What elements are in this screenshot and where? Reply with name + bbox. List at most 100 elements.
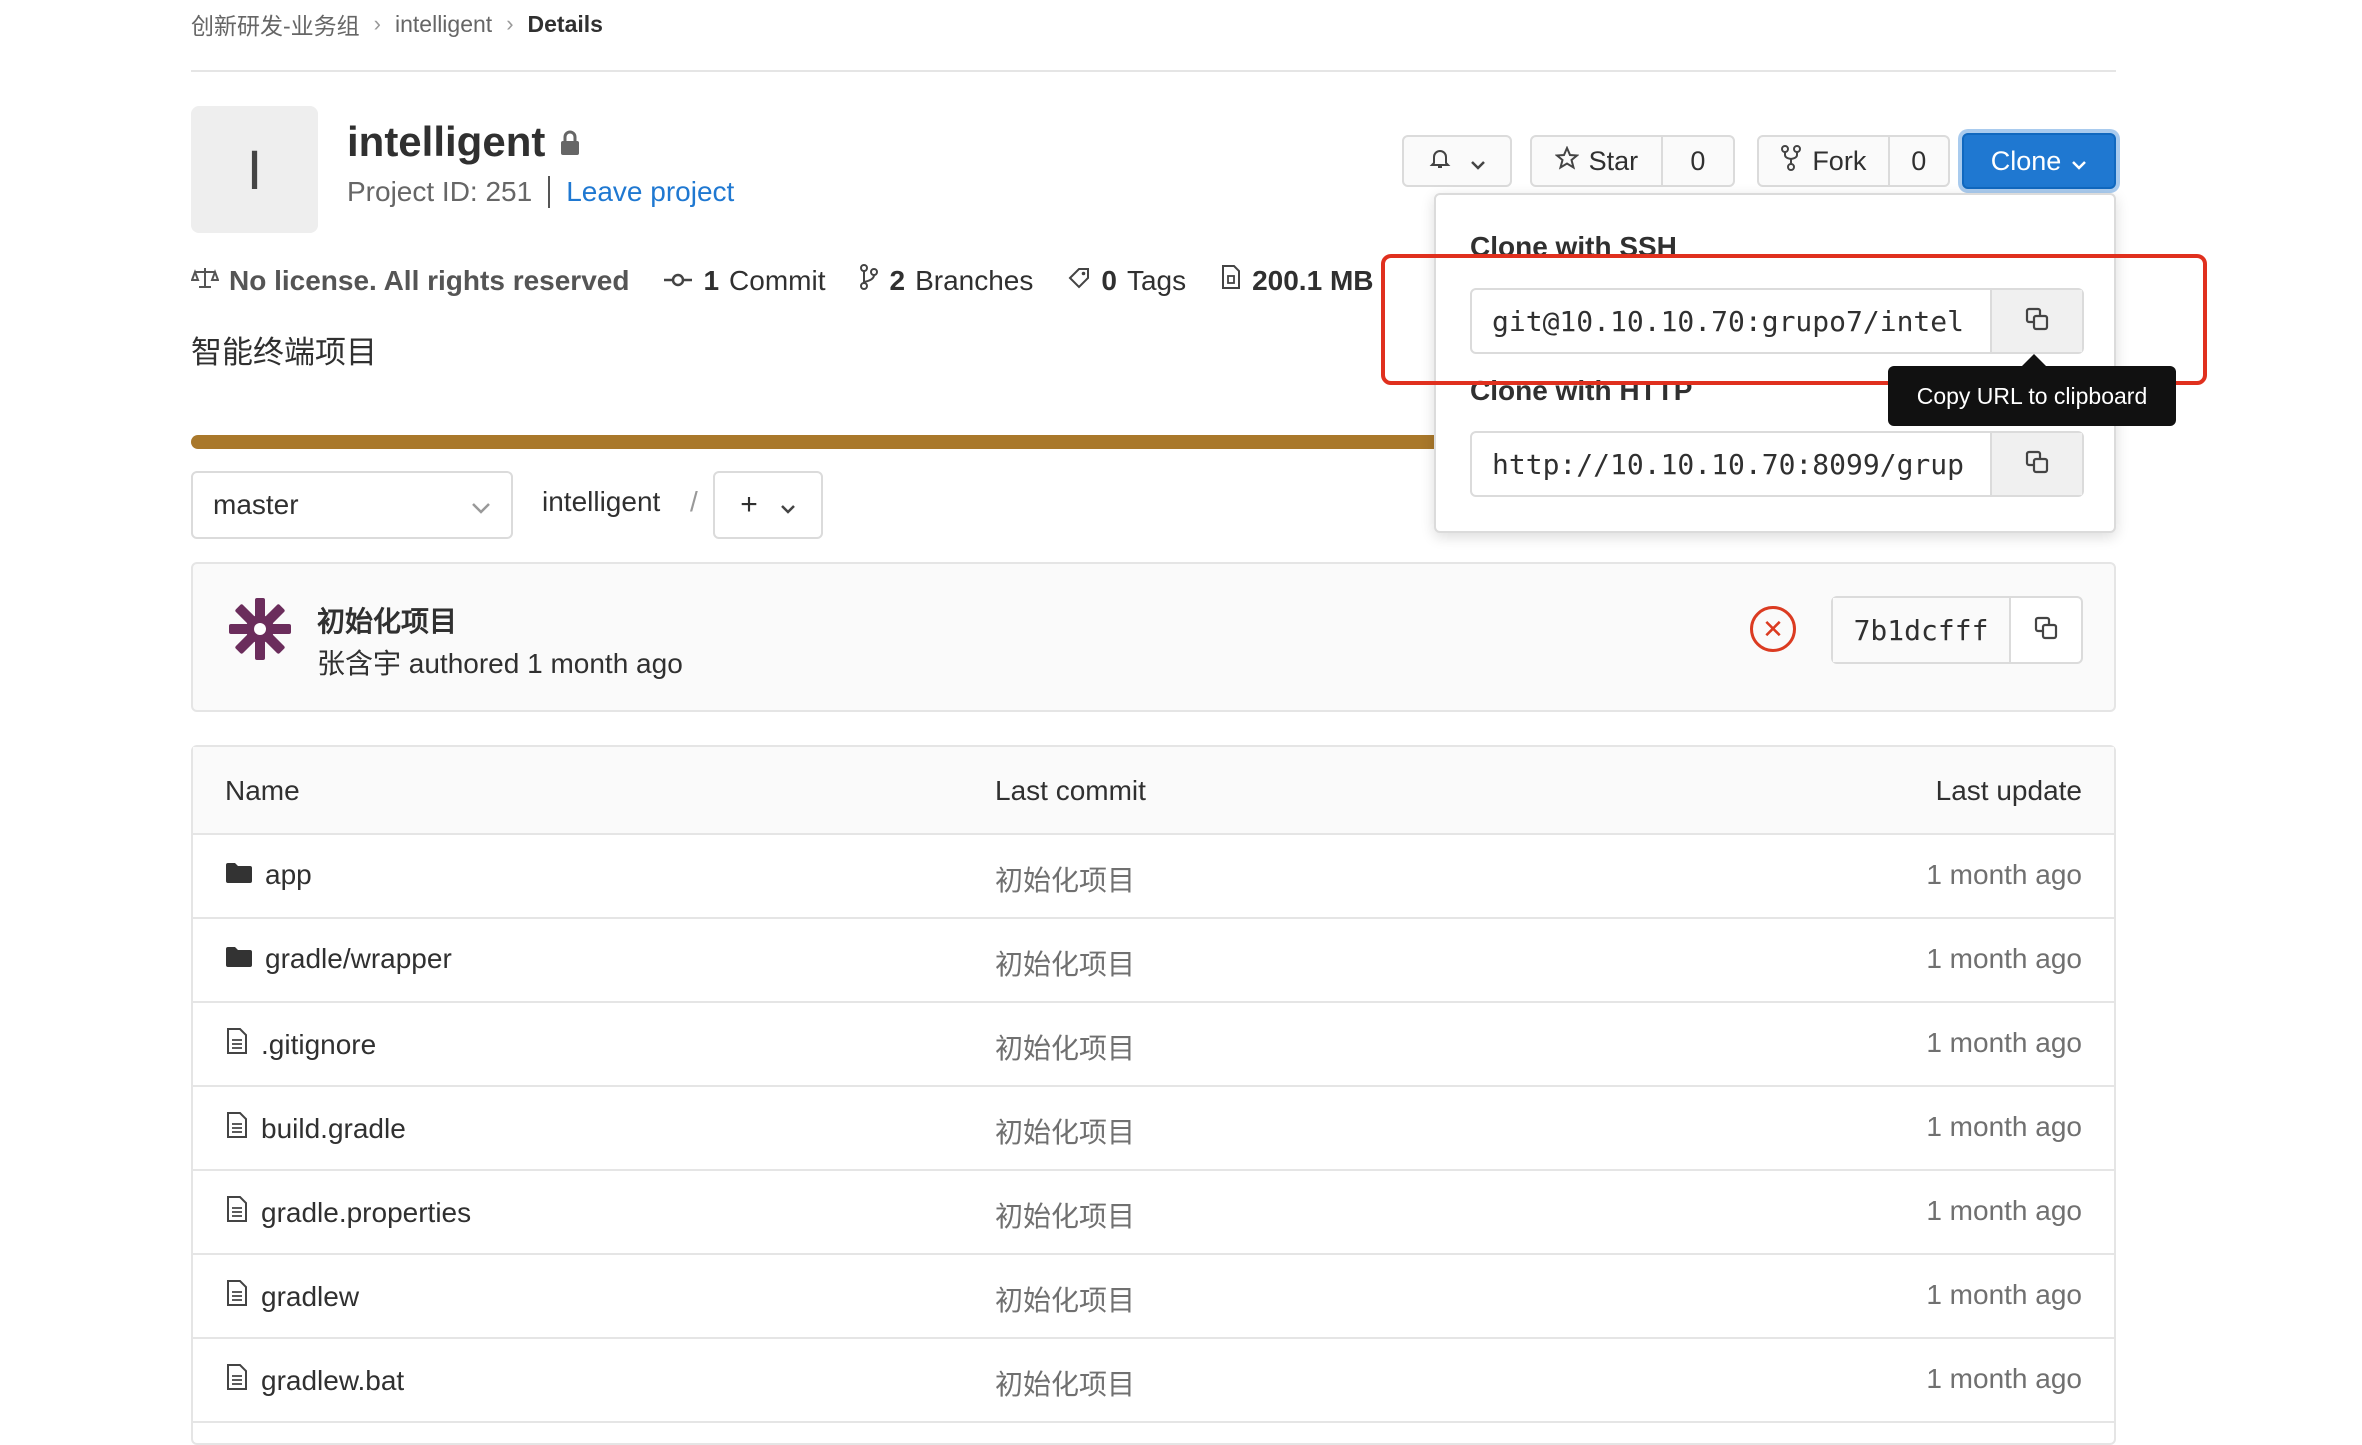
last-commit-message[interactable]: 初始化项目 (995, 1027, 1135, 1067)
last-update-time: 1 month ago (1926, 1363, 2082, 1394)
last-commit-message[interactable]: 初始化项目 (995, 1111, 1135, 1151)
repo-size: 200.1 MB (1252, 264, 1374, 296)
repository-language-bar (191, 435, 1441, 449)
table-row[interactable]: gradlew 初始化项目 1 month ago (193, 1255, 2114, 1339)
license-stat[interactable]: No license. All rights reserved (190, 264, 630, 297)
copy-http-url-button[interactable] (1992, 433, 2082, 495)
project-title: intelligent (347, 118, 581, 166)
table-row[interactable]: build.gradle 初始化项目 1 month ago (193, 1087, 2114, 1171)
tags-stat[interactable]: 0 Tags (1067, 265, 1186, 297)
branch-icon (859, 264, 879, 297)
table-row[interactable]: .gitignore 初始化项目 1 month ago (193, 1003, 2114, 1087)
project-meta: Project ID: 251 Leave project (347, 176, 734, 208)
last-commit-message[interactable]: 初始化项目 (995, 1195, 1135, 1235)
file-name[interactable]: gradle/wrapper (265, 943, 452, 975)
table-header: Name Last commit Last update (193, 747, 2114, 835)
http-url-group: http://10.10.10.70:8099/grup (1470, 431, 2084, 497)
fork-count[interactable]: 0 (1887, 137, 1948, 185)
table-row[interactable]: gradle/wrapper 初始化项目 1 month ago (193, 919, 2114, 1003)
commits-stat[interactable]: 1 Commit (663, 265, 825, 297)
star-label: Star (1588, 145, 1639, 176)
copy-tooltip: Copy URL to clipboard (1888, 366, 2176, 426)
copy-sha-button[interactable] (2011, 598, 2081, 662)
fork-button-group: Fork 0 (1757, 135, 1950, 187)
chevron-down-icon (2071, 146, 2087, 177)
commits-label: Commit (729, 264, 826, 296)
tags-label: Tags (1126, 264, 1187, 296)
fork-button[interactable]: Fork (1759, 137, 1888, 185)
folder-icon (225, 943, 253, 975)
file-name-cell[interactable]: gradlew (225, 1279, 359, 1314)
last-commit-card (191, 562, 2116, 712)
file-icon (225, 1027, 249, 1062)
tag-icon (1067, 265, 1091, 297)
branches-stat[interactable]: 2 Branches (859, 264, 1033, 297)
star-count[interactable]: 0 (1660, 137, 1733, 185)
file-icon (225, 1279, 249, 1314)
tags-count: 0 (1101, 264, 1117, 296)
fork-icon (1780, 144, 1802, 178)
star-button[interactable]: Star (1532, 137, 1661, 185)
last-commit-message[interactable]: 初始化项目 (995, 1279, 1135, 1319)
lock-icon (559, 118, 581, 166)
last-commit-message[interactable]: 初始化项目 (995, 1363, 1135, 1403)
file-name-cell[interactable]: .gitignore (225, 1027, 376, 1062)
breadcrumb: 创新研发-业务组 › intelligent › Details (191, 6, 603, 42)
file-name[interactable]: build.gradle (261, 1113, 406, 1145)
file-icon (225, 1195, 249, 1230)
file-name[interactable]: gradle.properties (261, 1197, 471, 1229)
table-row[interactable]: app 初始化项目 1 month ago (193, 835, 2114, 919)
clone-button[interactable]: Clone (1962, 133, 2116, 189)
breadcrumb-group-link[interactable]: 创新研发-业务组 (191, 7, 360, 41)
last-commit-message[interactable]: 初始化项目 (995, 859, 1135, 899)
branches-label: Branches (915, 264, 1034, 296)
star-icon (1553, 144, 1580, 177)
file-icon (225, 1111, 249, 1146)
commit-icon (663, 265, 693, 297)
file-name[interactable]: .gitignore (261, 1029, 376, 1061)
star-button-group: Star 0 (1530, 135, 1735, 187)
notification-button[interactable] (1402, 135, 1512, 187)
pipeline-failed-icon[interactable]: ✕ (1750, 606, 1796, 652)
chevron-down-icon (1470, 146, 1486, 177)
last-update-time: 1 month ago (1926, 1027, 2082, 1058)
repo-path-link[interactable]: intelligent (542, 486, 660, 518)
file-name[interactable]: gradlew (261, 1281, 359, 1313)
path-separator: / (690, 486, 698, 517)
table-row[interactable]: gradlew.bat 初始化项目 1 month ago (193, 1339, 2114, 1423)
file-name[interactable]: app (265, 859, 312, 891)
scale-icon (190, 265, 220, 297)
header-divider (191, 70, 2116, 72)
file-name-cell[interactable]: app (225, 859, 312, 891)
fork-label: Fork (1812, 145, 1867, 176)
file-name-cell[interactable]: gradlew.bat (225, 1363, 404, 1398)
project-name: intelligent (347, 118, 546, 165)
license-text: No license. All rights reserved (229, 264, 630, 296)
file-tree-table: Name Last commit Last update app 初始化项目 1 m… (191, 745, 2116, 1445)
last-update-time: 1 month ago (1926, 1279, 2082, 1310)
commit-sha[interactable]: 7b1dcfff (1833, 598, 2011, 662)
leave-project-link[interactable]: Leave project (566, 176, 734, 208)
breadcrumb-project-link[interactable]: intelligent (395, 11, 492, 38)
file-name-cell[interactable]: gradle/wrapper (225, 943, 452, 975)
bell-icon (1428, 146, 1452, 177)
file-name-cell[interactable]: gradle.properties (225, 1195, 471, 1230)
add-to-tree-button[interactable]: + (713, 471, 823, 539)
branch-select[interactable]: master (191, 471, 513, 539)
commit-author-line: 张含宇 authored 1 month ago (317, 648, 683, 679)
clone-label: Clone (1990, 145, 2062, 176)
file-name-cell[interactable]: build.gradle (225, 1111, 406, 1146)
file-name[interactable]: gradlew.bat (261, 1365, 404, 1397)
copy-icon (2033, 615, 2059, 646)
commit-title[interactable]: 初始化项目 (317, 600, 457, 640)
last-commit-message[interactable]: 初始化项目 (995, 943, 1135, 983)
table-row[interactable]: gradle.properties 初始化项目 1 month ago (193, 1171, 2114, 1255)
last-update-time: 1 month ago (1926, 859, 2082, 890)
author-avatar[interactable] (225, 594, 295, 664)
column-header-last-commit: Last commit (995, 775, 1146, 806)
http-url-input[interactable]: http://10.10.10.70:8099/grup (1472, 433, 1992, 495)
file-size-icon (1220, 264, 1242, 297)
breadcrumb-current[interactable]: Details (528, 11, 603, 38)
breadcrumb-separator-icon: › (506, 11, 514, 36)
file-icon (225, 1363, 249, 1398)
